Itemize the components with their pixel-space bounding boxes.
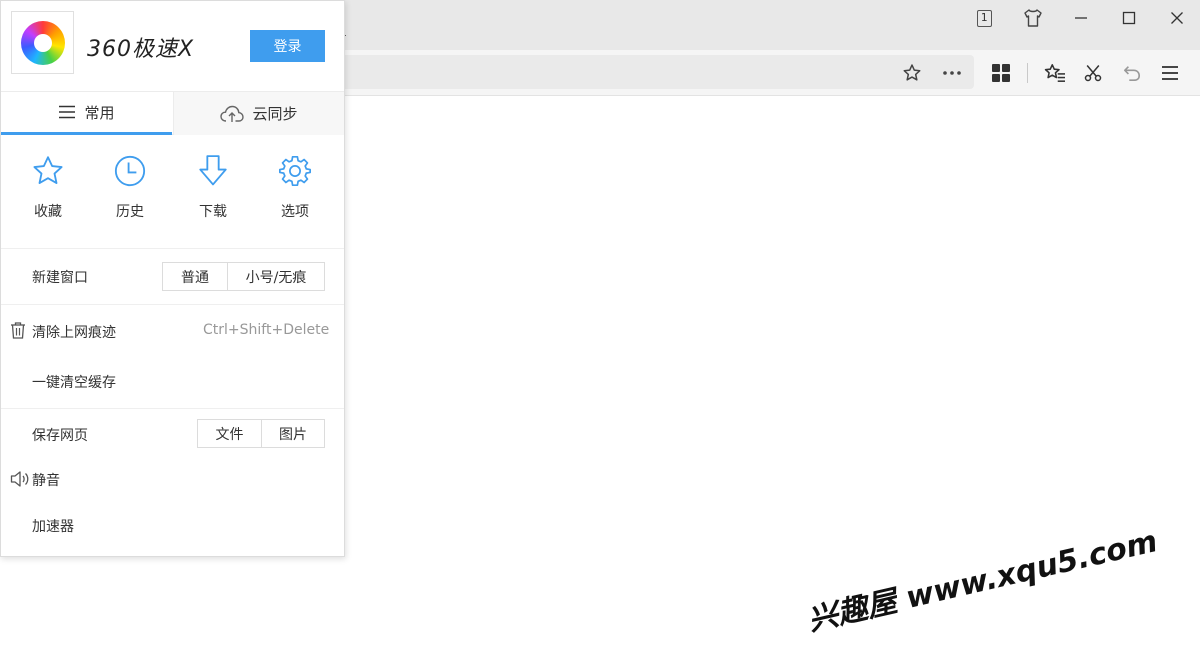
star-icon bbox=[33, 156, 63, 184]
undo-icon bbox=[1123, 66, 1141, 82]
apps-grid-button[interactable] bbox=[986, 59, 1016, 87]
new-window-incognito-button[interactable]: 小号/无痕 bbox=[227, 263, 324, 290]
apps-grid-icon bbox=[992, 64, 1010, 82]
tab-cloud-sync-label: 云同步 bbox=[252, 105, 298, 123]
tab-common[interactable]: 常用 bbox=[1, 92, 172, 135]
options-button[interactable]: 选项 bbox=[260, 151, 330, 221]
new-window-normal-button[interactable]: 普通 bbox=[163, 263, 227, 290]
trash-icon bbox=[11, 322, 25, 339]
clear-history-shortcut: Ctrl+Shift+Delete bbox=[203, 322, 330, 338]
speaker-icon bbox=[10, 471, 29, 487]
save-page-options: 文件 图片 bbox=[197, 419, 325, 448]
avatar[interactable] bbox=[11, 11, 74, 74]
tab-common-label: 常用 bbox=[84, 103, 115, 122]
maximize-button[interactable] bbox=[1112, 4, 1146, 32]
divider bbox=[1, 248, 344, 249]
minimize-icon bbox=[1075, 17, 1087, 19]
gear-icon bbox=[278, 155, 312, 187]
more-button[interactable] bbox=[937, 59, 967, 87]
menu-tabs: 常用 云同步 bbox=[1, 91, 344, 135]
watermark: 兴趣屋 www.xqu5.com bbox=[804, 524, 1161, 639]
favorites-list-icon bbox=[1044, 64, 1065, 82]
maximize-icon bbox=[1122, 11, 1136, 25]
new-window-label: 新建窗口 bbox=[32, 270, 88, 286]
mute-icon-wrap bbox=[10, 470, 30, 492]
main-menu-button[interactable] bbox=[1155, 59, 1185, 87]
downloads-button[interactable]: 下载 bbox=[178, 151, 248, 221]
tab-count-icon: 1 bbox=[976, 9, 992, 27]
tab-count-button[interactable]: 1 bbox=[967, 4, 1001, 32]
history-label: 历史 bbox=[116, 204, 144, 220]
minimize-button[interactable] bbox=[1064, 4, 1098, 32]
close-button[interactable] bbox=[1160, 4, 1194, 32]
divider bbox=[1, 408, 344, 409]
tab-cloud-sync[interactable]: 云同步 bbox=[173, 92, 344, 135]
clear-history-icon-wrap bbox=[10, 322, 26, 343]
scissors-icon bbox=[1084, 65, 1102, 82]
list-icon bbox=[59, 105, 76, 119]
scissors-button[interactable] bbox=[1078, 59, 1108, 87]
quick-actions: 收藏 历史 下载 选项 bbox=[1, 151, 344, 231]
more-icon bbox=[943, 71, 961, 75]
downloads-label: 下载 bbox=[199, 204, 227, 220]
undo-button[interactable] bbox=[1117, 59, 1147, 87]
bookmarks-button[interactable]: 收藏 bbox=[13, 151, 83, 221]
clear-cache-item[interactable]: 一键清空缓存 bbox=[32, 372, 116, 392]
close-icon bbox=[1171, 12, 1183, 24]
browser-main-menu: 360极速X 登录 常用 云同步 收藏 历史 下载 选项 新建窗口 普通 小号/… bbox=[0, 0, 345, 557]
cloud-upload-icon bbox=[220, 105, 245, 122]
options-label: 选项 bbox=[281, 204, 309, 220]
menu-header: 360极速X 登录 bbox=[1, 1, 344, 91]
brand-name: 360极速X bbox=[87, 37, 195, 62]
bookmark-star-icon bbox=[903, 64, 921, 81]
bookmark-star-button[interactable] bbox=[897, 59, 927, 87]
download-arrow-icon bbox=[199, 155, 227, 186]
skin-icon bbox=[1024, 9, 1042, 27]
browser-logo-icon bbox=[20, 20, 65, 65]
skin-button[interactable] bbox=[1016, 4, 1050, 32]
address-bar[interactable] bbox=[330, 55, 974, 89]
menu-icon bbox=[1162, 66, 1178, 80]
clock-icon bbox=[114, 155, 146, 187]
history-button[interactable]: 历史 bbox=[95, 151, 165, 221]
favorites-list-button[interactable] bbox=[1040, 59, 1070, 87]
new-window-options: 普通 小号/无痕 bbox=[162, 262, 325, 291]
clear-history-item[interactable]: 清除上网痕迹 bbox=[32, 322, 116, 342]
save-as-image-button[interactable]: 图片 bbox=[261, 420, 324, 447]
accelerator-item[interactable]: 加速器 bbox=[32, 516, 74, 536]
toolbar-separator bbox=[1027, 63, 1028, 83]
divider bbox=[1, 304, 344, 305]
mute-item[interactable]: 静音 bbox=[32, 470, 60, 490]
save-as-file-button[interactable]: 文件 bbox=[198, 420, 261, 447]
save-page-label: 保存网页 bbox=[32, 428, 88, 444]
bookmarks-label: 收藏 bbox=[34, 204, 62, 220]
login-button[interactable]: 登录 bbox=[250, 30, 325, 62]
